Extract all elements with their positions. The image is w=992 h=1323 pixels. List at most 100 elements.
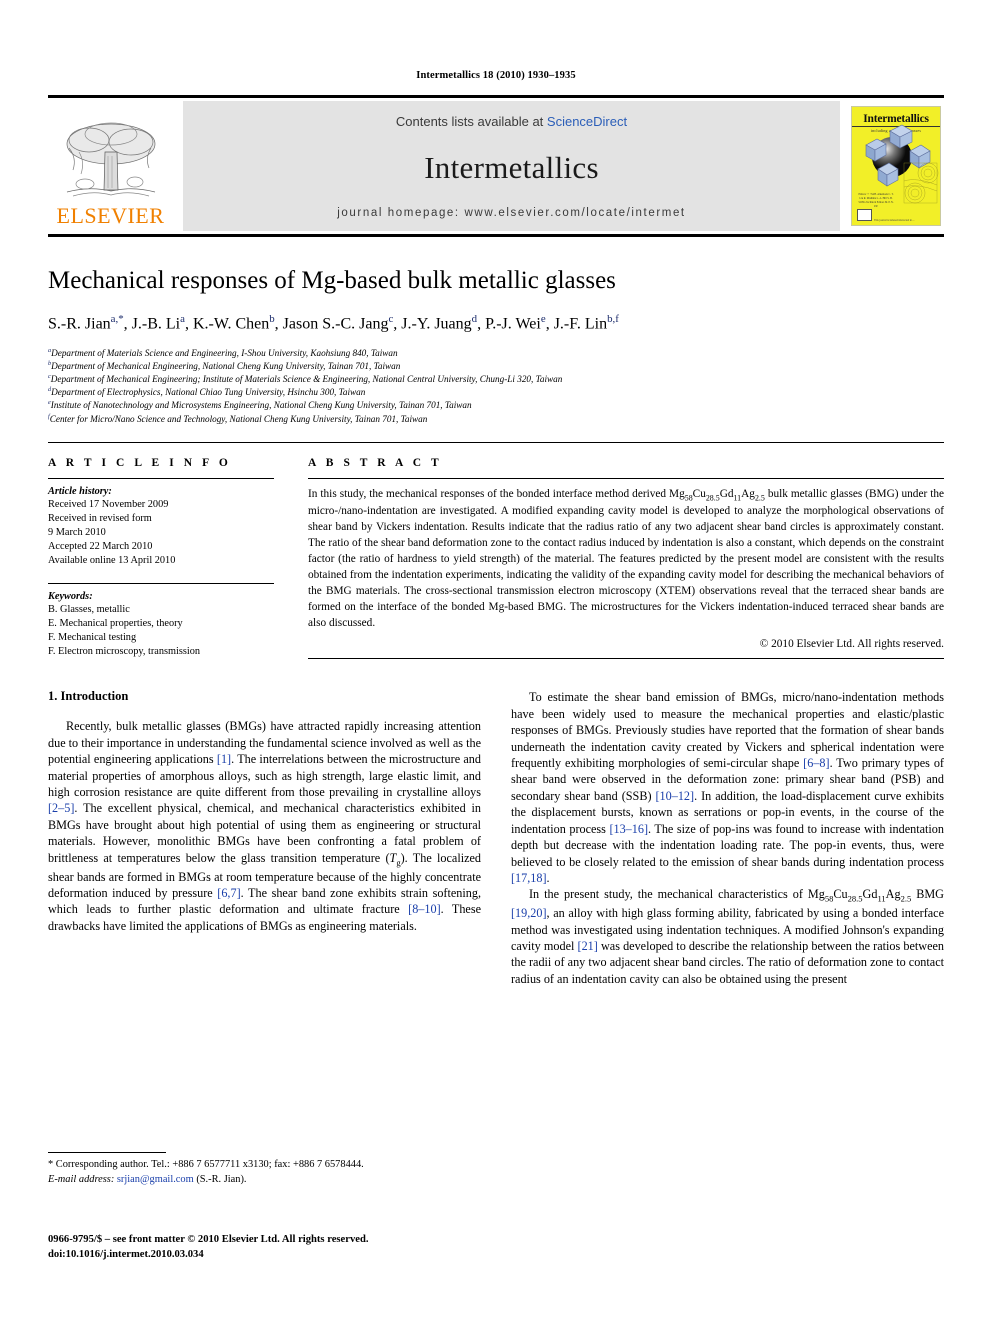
body-paragraph: In the present study, the mechanical cha… — [511, 887, 944, 986]
affiliation-item: fCenter for Micro/Nano Science and Techn… — [48, 412, 428, 424]
contents-available-line: Contents lists available at ScienceDirec… — [396, 114, 627, 129]
author-affiliation-mark: a,* — [110, 312, 124, 325]
article-info-rule — [48, 477, 274, 479]
info-abstract-section: A R T I C L E I N F O Article history: R… — [48, 443, 944, 660]
citation-link[interactable]: [8–10] — [408, 902, 441, 916]
author-list: S.-R. Jiana,*, J.-B. Lia, K.-W. Chenb, J… — [48, 312, 619, 333]
citation-link[interactable]: [6–8] — [803, 756, 829, 770]
affiliation-item: dDepartment of Electrophysics, National … — [48, 386, 366, 398]
running-head: Intermetallics 18 (2010) 1930–1935 — [416, 70, 576, 81]
citation-link[interactable]: [19,20] — [511, 906, 547, 920]
journal-masthead: ELSEVIER Contents lists available at Sci… — [48, 95, 944, 237]
imprint-line-1: 0966-9795/$ – see front matter © 2010 El… — [48, 1234, 369, 1245]
author-name: Jason S.-C. Jang — [282, 315, 389, 333]
email-note: E-mail address: srjian@gmail.com (S.-R. … — [48, 1173, 468, 1188]
elsevier-tree-icon — [66, 122, 155, 197]
author-name: J.-Y. Juang — [401, 315, 472, 333]
article-history-lines: Received 17 November 2009 Received in rev… — [48, 498, 274, 569]
keyword-item: E. Mechanical properties, theory — [48, 617, 183, 629]
email-label: E-mail address: — [48, 1173, 115, 1185]
author-name: J.-F. Lin — [553, 315, 608, 333]
affiliation-item: eInstitute of Nanotechnology and Microsy… — [48, 399, 472, 411]
abstract-heading: A B S T R A C T — [308, 456, 443, 469]
keywords-rule — [48, 582, 274, 584]
abstract-bottom-divider — [308, 658, 944, 660]
article-history-line: 9 March 2010 — [48, 527, 106, 539]
elsevier-wordmark: ELSEVIER — [56, 203, 165, 228]
citation-link[interactable]: [1] — [217, 752, 231, 766]
cover-footer-note: This journal is indexed/abstracted in ..… — [874, 219, 915, 222]
contents-prefix: Contents lists available at — [395, 114, 547, 129]
cover-image: Intermetallics including amorphous gasse… — [851, 106, 941, 226]
copyright-line: © 2010 Elsevier Ltd. All rights reserved… — [759, 638, 944, 651]
body-paragraph: To estimate the shear band emission of B… — [511, 690, 944, 885]
affiliation-mark: b — [48, 360, 52, 367]
keywords-lines: B. Glasses, metallic E. Mechanical proper… — [48, 603, 274, 660]
author-affiliation-mark: b,f — [607, 312, 619, 325]
journal-title: Intermetallics — [424, 150, 599, 185]
cover-elsevier-mark — [857, 209, 872, 221]
title-block: Mechanical responses of Mg-based bulk me… — [48, 267, 944, 426]
affiliation-mark: d — [48, 386, 52, 394]
keywords-label: Keywords: — [48, 590, 93, 602]
abstract-column: A B S T R A C T In this study, the mecha… — [292, 457, 944, 660]
article-history-line: Received in revised form — [48, 512, 152, 524]
author-name: P.-J. Wei — [485, 315, 541, 333]
affiliation-mark: f — [48, 412, 50, 420]
citation-link[interactable]: [2–5] — [48, 801, 74, 815]
affiliation-list: aDepartment of Materials Science and Eng… — [48, 347, 944, 426]
author-name: S.-R. Jian — [48, 315, 111, 333]
affiliation-item: cDepartment of Mechanical Engineering; I… — [48, 373, 563, 385]
article-history-line: Accepted 22 March 2010 — [48, 541, 153, 553]
article-history-label: Article history: — [48, 485, 112, 497]
author-affiliation-mark: c — [388, 312, 394, 325]
article-info-column: A R T I C L E I N F O Article history: R… — [48, 457, 292, 660]
cover-editor-block: Editors • • • M.H. Alkemade C. T. Liu R.… — [858, 193, 894, 209]
keyword-item: F. Electron microscopy, transmission — [48, 646, 201, 658]
citation-link[interactable]: [21] — [578, 939, 598, 953]
footnote-divider — [48, 1152, 166, 1153]
author-affiliation-mark: a — [180, 312, 185, 325]
email-suffix: (S.-R. Jian). — [196, 1173, 247, 1185]
affiliation-mark: e — [48, 399, 51, 407]
abstract-text: In this study, the mechanical responses … — [308, 487, 945, 630]
left-column-paragraphs: Recently, bulk metallic glasses (BMGs) h… — [48, 718, 481, 934]
citation-link[interactable]: [6,7] — [217, 886, 240, 900]
section-heading-introduction: 1. Introduction — [48, 689, 129, 704]
citation-link[interactable]: [10–12] — [656, 789, 695, 803]
elsevier-logo: ELSEVIER — [48, 101, 173, 231]
author-affiliation-mark: e — [540, 312, 546, 325]
body-paragraph: Recently, bulk metallic glasses (BMGs) h… — [48, 719, 482, 933]
paper-page: Intermetallics 18 (2010) 1930–1935 ELSEV… — [0, 0, 992, 1323]
journal-cover-thumbnail: Intermetallics including amorphous gasse… — [848, 101, 944, 231]
author-affiliation-mark: d — [471, 312, 478, 325]
abstract-rule — [308, 477, 944, 479]
author-affiliation-mark: b — [269, 312, 275, 325]
affiliation-item: bDepartment of Mechanical Engineering, N… — [48, 360, 401, 372]
keyword-item: F. Mechanical testing — [48, 632, 137, 644]
right-column: To estimate the shear band emission of B… — [511, 689, 944, 987]
affiliation-mark: a — [48, 346, 52, 354]
journal-banner: Contents lists available at ScienceDirec… — [183, 101, 840, 231]
left-column: 1. Introduction Recently, bulk metallic … — [48, 689, 481, 987]
chemical-formula: Mg58Cu28.5Gd11Ag2.5 — [807, 887, 912, 904]
email-link[interactable]: srjian@gmail.com — [117, 1174, 194, 1185]
citation-link[interactable]: [13–16] — [609, 822, 648, 836]
chemical-formula: Mg58Cu28.5Gd11Ag2.5 — [669, 487, 765, 502]
article-info-heading: A R T I C L E I N F O — [48, 456, 232, 469]
keyword-item: B. Glasses, metallic — [48, 603, 130, 615]
author-name: J.-B. Li — [131, 315, 181, 333]
footnote-area: * Corresponding author. Tel.: +886 7 657… — [48, 1152, 468, 1188]
journal-homepage-link[interactable]: journal homepage: www.elsevier.com/locat… — [337, 207, 685, 219]
body-columns: 1. Introduction Recently, bulk metallic … — [48, 689, 944, 987]
author-name: K.-W. Chen — [192, 315, 270, 333]
page-title: Mechanical responses of Mg-based bulk me… — [48, 267, 616, 294]
article-history-line: Received 17 November 2009 — [48, 498, 169, 510]
right-column-paragraphs: To estimate the shear band emission of B… — [511, 689, 944, 987]
citation-link[interactable]: [17,18] — [511, 871, 547, 885]
affiliation-mark: c — [48, 373, 51, 381]
sciencedirect-link[interactable]: ScienceDirect — [547, 114, 627, 129]
article-history-line: Available online 13 April 2010 — [48, 555, 176, 567]
corresponding-author-note: * Corresponding author. Tel.: +886 7 657… — [48, 1159, 364, 1170]
imprint-line-2: doi:10.1016/j.intermet.2010.03.034 — [48, 1249, 204, 1261]
